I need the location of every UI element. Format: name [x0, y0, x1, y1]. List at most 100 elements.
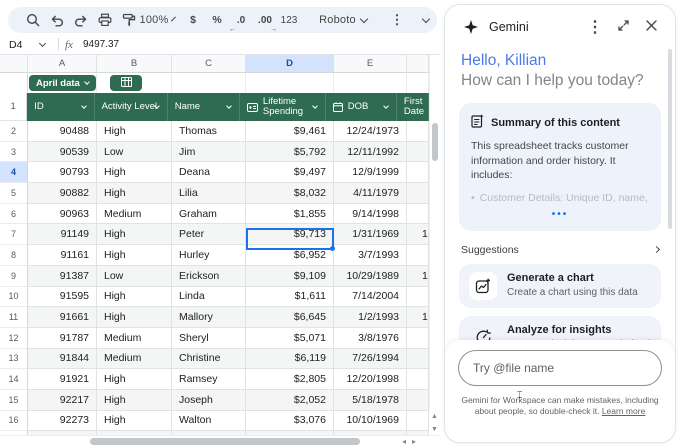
row-header-3[interactable]: 3: [0, 142, 28, 163]
cell-name[interactable]: Erickson: [172, 266, 246, 287]
cell-id[interactable]: 91921: [28, 369, 97, 390]
column-header-c[interactable]: C: [172, 55, 246, 73]
cell-activity-level[interactable]: High: [97, 245, 172, 266]
select-all-corner[interactable]: [0, 55, 28, 73]
cell-dob[interactable]: 12/24/1973: [334, 121, 407, 142]
cell-activity-level[interactable]: Medium: [97, 349, 172, 370]
panel-scrollbar[interactable]: [668, 49, 672, 229]
cell-activity-level[interactable]: Low: [97, 142, 172, 163]
cell-lifetime-spending[interactable]: $6,119: [246, 349, 334, 370]
cell-activity-level[interactable]: High: [97, 390, 172, 411]
vertical-scrollbar[interactable]: [429, 55, 440, 435]
cell-activity-level[interactable]: High: [97, 183, 172, 204]
cell-name[interactable]: Walton: [172, 411, 246, 432]
row-header-10[interactable]: 10: [0, 287, 28, 308]
vertical-scrollbar-thumb[interactable]: [432, 123, 438, 161]
cell-lifetime-spending[interactable]: $9,497: [246, 162, 334, 183]
header-cell-name[interactable]: Name: [168, 93, 240, 121]
row-header-8[interactable]: 8: [0, 245, 28, 266]
table-name-chip[interactable]: April data: [29, 75, 96, 91]
column-header-d[interactable]: D: [246, 55, 334, 73]
scroll-left-icon[interactable]: ◂: [402, 437, 412, 446]
cell-first-date[interactable]: [407, 142, 429, 163]
cell-dob[interactable]: 7/14/2004: [334, 287, 407, 308]
cell-first-date[interactable]: [407, 328, 429, 349]
cell-lifetime-spending[interactable]: $8,032: [246, 183, 334, 204]
row-header-5[interactable]: 5: [0, 183, 28, 204]
suggestions-header[interactable]: Suggestions: [461, 244, 659, 256]
zoom-menu[interactable]: 100%: [146, 9, 168, 31]
cell-dob[interactable]: 4/11/1979: [334, 183, 407, 204]
header-cell-lifetime-spending[interactable]: Lifetime Spending: [240, 93, 326, 121]
cell-activity-level[interactable]: High: [97, 121, 172, 142]
cell-id[interactable]: 90488: [28, 121, 97, 142]
cell-dob[interactable]: 1/2/1993: [334, 307, 407, 328]
cell-name[interactable]: Peter: [172, 224, 246, 245]
column-header-f[interactable]: [407, 55, 429, 73]
cell-name[interactable]: Deana: [172, 162, 246, 183]
panel-more-button[interactable]: ⋮: [585, 17, 605, 37]
cell-lifetime-spending[interactable]: $9,461: [246, 121, 334, 142]
search-button[interactable]: [22, 9, 44, 31]
cell-id[interactable]: 90963: [28, 204, 97, 225]
column-header-b[interactable]: B: [97, 55, 172, 73]
cell-activity-level[interactable]: High: [97, 162, 172, 183]
header-cell-id[interactable]: ID: [27, 93, 94, 121]
cell-activity-level[interactable]: Low: [97, 266, 172, 287]
cell-name[interactable]: Thomas: [172, 121, 246, 142]
print-button[interactable]: [94, 9, 116, 31]
scroll-down-icon[interactable]: ▼: [431, 426, 438, 433]
cell-name[interactable]: Joseph: [172, 390, 246, 411]
cell-name[interactable]: Ramsey: [172, 369, 246, 390]
learn-more-link[interactable]: Learn more: [602, 406, 645, 416]
open-in-full-button[interactable]: [613, 17, 633, 37]
cell-activity-level[interactable]: High: [97, 369, 172, 390]
cell-first-date[interactable]: [407, 287, 429, 308]
collapse-toolbar-button[interactable]: [412, 9, 434, 31]
cell-name[interactable]: Sheryl: [172, 328, 246, 349]
cell-first-date[interactable]: [407, 121, 429, 142]
cell-id[interactable]: 92273: [28, 411, 97, 432]
cell-lifetime-spending[interactable]: $9,109: [246, 266, 334, 287]
cell-first-date[interactable]: [407, 245, 429, 266]
cell-lifetime-spending[interactable]: $9,713: [246, 224, 334, 245]
cell-dob[interactable]: 1/31/1969: [334, 224, 407, 245]
header-cell-dob[interactable]: DOB: [326, 93, 397, 121]
cell-id[interactable]: 91661: [28, 307, 97, 328]
suggestion-generate-chart[interactable]: Generate a chart Create a chart using th…: [459, 264, 661, 308]
cell-first-date[interactable]: [407, 369, 429, 390]
cell-id[interactable]: 92217: [28, 390, 97, 411]
paint-format-button[interactable]: [118, 9, 140, 31]
cell-first-date[interactable]: [407, 390, 429, 411]
row-header-12[interactable]: 12: [0, 328, 28, 349]
cell-id[interactable]: 91595: [28, 287, 97, 308]
cell-first-date[interactable]: [407, 411, 429, 432]
format-percent-button[interactable]: %: [206, 9, 228, 31]
cell-first-date[interactable]: 1: [407, 224, 429, 245]
row-header-15[interactable]: 15: [0, 390, 28, 411]
decrease-decimal-button[interactable]: .0←: [230, 9, 252, 31]
cell-dob[interactable]: 9/14/1998: [334, 204, 407, 225]
summary-card[interactable]: Summary of this content This spreadsheet…: [459, 103, 661, 231]
column-header-a[interactable]: A: [28, 55, 97, 73]
undo-button[interactable]: [46, 9, 68, 31]
cell-lifetime-spending[interactable]: $3,076: [246, 411, 334, 432]
cell-dob[interactable]: 7/26/1994: [334, 349, 407, 370]
cell-activity-level[interactable]: Medium: [97, 328, 172, 349]
cell-lifetime-spending[interactable]: $6,952: [246, 245, 334, 266]
table-menu-chip[interactable]: [110, 75, 142, 91]
cell-first-date[interactable]: [407, 183, 429, 204]
cell-first-date[interactable]: [407, 204, 429, 225]
redo-button[interactable]: [70, 9, 92, 31]
cell-id[interactable]: 91149: [28, 224, 97, 245]
row-header-7[interactable]: 7: [0, 224, 28, 245]
cell-dob[interactable]: 10/10/1969: [334, 411, 407, 432]
cell-first-date[interactable]: 1: [407, 266, 429, 287]
cell-id[interactable]: 91787: [28, 328, 97, 349]
cell-id[interactable]: 91161: [28, 245, 97, 266]
header-cell-activity-level[interactable]: Activity Level: [95, 93, 168, 121]
row-header-9[interactable]: 9: [0, 266, 28, 287]
cell-activity-level[interactable]: High: [97, 287, 172, 308]
horizontal-scrollbar[interactable]: ◂▸: [0, 435, 440, 447]
row-header-13[interactable]: 13: [0, 349, 28, 370]
